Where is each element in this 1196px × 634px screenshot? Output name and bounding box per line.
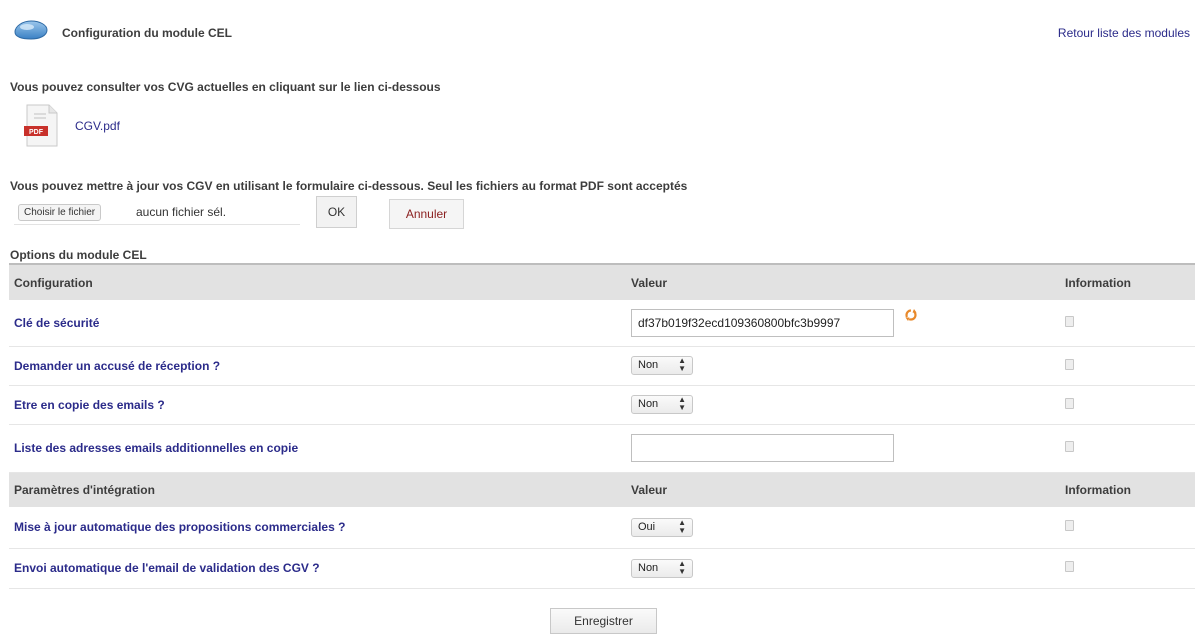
copy-emails-select-value: Non <box>638 398 659 410</box>
auto-email-select-value: Non <box>638 561 659 574</box>
auto-update-select[interactable]: Oui ▲ ▼ <box>631 517 693 537</box>
file-picker: Choisir le fichier aucun fichier sél. <box>14 201 300 225</box>
save-button[interactable]: Enregistrer <box>550 608 657 634</box>
select-arrows-icon: ▲ ▼ <box>678 558 686 576</box>
select-arrows-icon: ▲ ▼ <box>678 395 686 412</box>
select-arrows-icon: ▲ ▼ <box>678 356 686 373</box>
info-icon[interactable] <box>1065 520 1074 532</box>
security-key-input[interactable] <box>631 308 894 337</box>
copy-emails-select[interactable]: Non ▲ ▼ <box>631 395 693 414</box>
pdf-file-icon[interactable]: PDF <box>22 104 62 148</box>
options-table: Configuration Valeur Information Clé de … <box>9 263 1195 589</box>
auto-update-row: Mise à jour automatique des propositions… <box>9 507 1195 548</box>
info-icon[interactable] <box>1065 315 1074 327</box>
upload-intro-text: Vous pouvez mettre à jour vos CGV en uti… <box>10 179 688 193</box>
cgv-file-link[interactable]: CGV.pdf <box>75 119 120 133</box>
security-key-label: Clé de sécurité <box>14 315 100 330</box>
cloud-icon <box>14 20 48 40</box>
copy-emails-label: Etre en copie des emails ? <box>14 397 165 412</box>
back-to-modules-link[interactable]: Retour liste des modules <box>1058 26 1190 40</box>
receipt-select-value: Non <box>638 359 659 371</box>
choose-file-button[interactable]: Choisir le fichier <box>18 204 102 221</box>
info-icon[interactable] <box>1065 397 1074 409</box>
info-icon[interactable] <box>1065 358 1074 370</box>
select-arrows-icon: ▲ ▼ <box>678 517 686 535</box>
integration-header-col1: Paramètres d'intégration <box>14 482 155 497</box>
config-header-col3: Information <box>1065 275 1131 290</box>
receipt-label: Demander un accusé de réception ? <box>14 358 221 373</box>
ok-button[interactable]: OK <box>316 196 357 228</box>
copy-emails-row: Etre en copie des emails ? Non ▲ ▼ <box>9 385 1195 424</box>
auto-email-label: Envoi automatique de l'email de validati… <box>14 561 320 575</box>
page-title: Configuration du module CEL <box>62 26 232 40</box>
config-header-col2: Valeur <box>631 275 668 290</box>
regenerate-key-icon[interactable] <box>904 308 918 322</box>
receipt-row: Demander un accusé de réception ? Non ▲ ▼ <box>9 346 1195 385</box>
additional-emails-input[interactable] <box>631 434 894 462</box>
auto-update-label: Mise à jour automatique des propositions… <box>14 520 346 535</box>
integration-header-row: Paramètres d'intégration Valeur Informat… <box>9 472 1195 507</box>
additional-emails-row: Liste des adresses emails additionnelles… <box>9 424 1195 472</box>
pdf-badge-label: PDF <box>29 129 44 136</box>
auto-update-select-value: Oui <box>638 520 656 533</box>
integration-header-col3: Information <box>1065 482 1131 497</box>
auto-email-select[interactable]: Non ▲ ▼ <box>631 558 693 578</box>
cancel-button[interactable]: Annuler <box>389 199 464 229</box>
options-section-title: Options du module CEL <box>10 248 147 262</box>
info-icon[interactable] <box>1065 561 1074 572</box>
cgv-intro-text: Vous pouvez consulter vos CVG actuelles … <box>10 80 441 94</box>
config-header-col1: Configuration <box>14 275 93 290</box>
config-header-row: Configuration Valeur Information <box>9 264 1195 300</box>
info-icon[interactable] <box>1065 441 1074 452</box>
auto-email-row: Envoi automatique de l'email de validati… <box>9 548 1195 588</box>
security-key-row: Clé de sécurité <box>9 300 1195 346</box>
integration-header-col2: Valeur <box>631 482 668 497</box>
receipt-select[interactable]: Non ▲ ▼ <box>631 356 693 375</box>
file-status-text: aucun fichier sél. <box>136 205 227 219</box>
page-header: Configuration du module CEL Retour liste… <box>0 0 1196 60</box>
additional-emails-label: Liste des adresses emails additionnelles… <box>14 441 299 455</box>
